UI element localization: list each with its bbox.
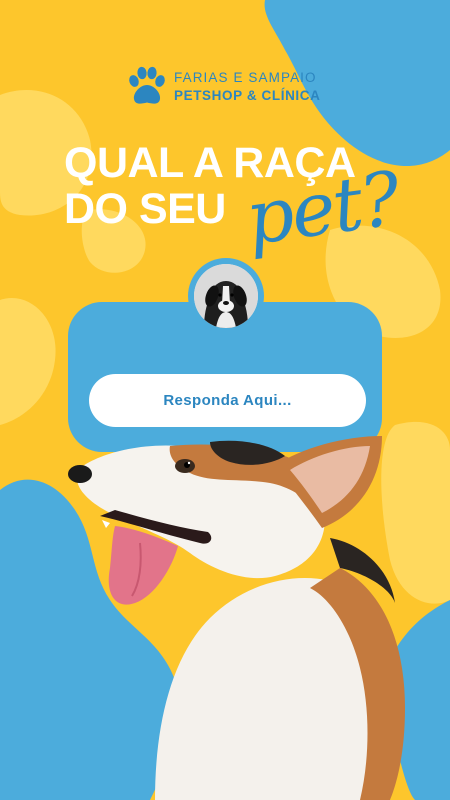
- answer-button[interactable]: Responda Aqui...: [89, 374, 366, 427]
- brand-name-line2: PETSHOP & CLÍNICA: [174, 88, 321, 103]
- story-canvas: FARIAS E SAMPAIO PETSHOP & CLÍNICA QUAL …: [0, 0, 450, 800]
- corgi-dog-image: [68, 436, 405, 800]
- brand-header: FARIAS E SAMPAIO PETSHOP & CLÍNICA: [127, 66, 327, 110]
- dog-avatar-icon: [194, 264, 258, 328]
- paw-icon: [129, 66, 165, 104]
- headline-script-word: pet?: [240, 155, 404, 263]
- brand-name-line1: FARIAS E SAMPAIO: [174, 70, 317, 85]
- avatar-photo: [194, 264, 258, 328]
- avatar: [188, 258, 264, 334]
